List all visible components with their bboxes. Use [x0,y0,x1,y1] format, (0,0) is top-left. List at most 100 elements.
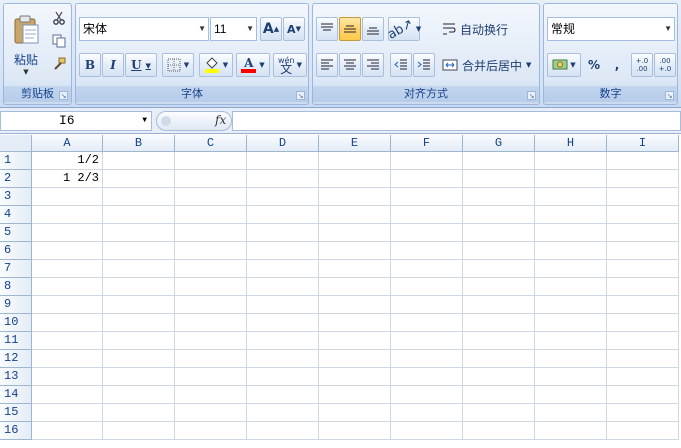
cell-F12[interactable] [391,350,463,368]
fx-button[interactable]: fx [215,113,226,127]
cell-C1[interactable] [175,152,247,170]
alignment-launcher[interactable]: ↘ [527,91,536,100]
cell-C15[interactable] [175,404,247,422]
cell-E16[interactable] [319,422,391,440]
cell-G4[interactable] [463,206,535,224]
cell-D7[interactable] [247,260,319,278]
row-header[interactable]: 3 [0,188,32,206]
cell-I9[interactable] [607,296,679,314]
cell-G10[interactable] [463,314,535,332]
cell-F11[interactable] [391,332,463,350]
column-header[interactable]: C [175,135,247,152]
cell-G12[interactable] [463,350,535,368]
paste-button[interactable]: 粘贴 ▼ [6,6,46,84]
cell-A7[interactable] [32,260,103,278]
cell-C10[interactable] [175,314,247,332]
formula-input[interactable] [232,111,681,131]
phonetic-button[interactable]: wén 文 ▼ [273,53,307,77]
cell-B15[interactable] [103,404,175,422]
cell-A4[interactable] [32,206,103,224]
cell-I2[interactable] [607,170,679,188]
cell-G11[interactable] [463,332,535,350]
row-header[interactable]: 10 [0,314,32,332]
cell-I8[interactable] [607,278,679,296]
row-header[interactable]: 6 [0,242,32,260]
decrease-decimal-button[interactable]: .00 +.0 [654,53,676,77]
cell-E3[interactable] [319,188,391,206]
cell-H15[interactable] [535,404,607,422]
cell-A10[interactable] [32,314,103,332]
cell-H16[interactable] [535,422,607,440]
cell-I10[interactable] [607,314,679,332]
comma-button[interactable]: , [606,53,628,77]
cell-F8[interactable] [391,278,463,296]
decrease-indent-button[interactable] [390,53,412,77]
cell-D6[interactable] [247,242,319,260]
align-right-button[interactable] [362,53,384,77]
cell-E10[interactable] [319,314,391,332]
cell-H1[interactable] [535,152,607,170]
column-header[interactable]: B [103,135,175,152]
cell-E8[interactable] [319,278,391,296]
expand-handle-icon[interactable] [161,116,171,126]
cell-B12[interactable] [103,350,175,368]
cell-C5[interactable] [175,224,247,242]
cell-G9[interactable] [463,296,535,314]
name-box[interactable]: I6 ▼ [0,111,152,131]
cell-I15[interactable] [607,404,679,422]
accounting-format-button[interactable]: ▼ [547,53,581,77]
cell-F7[interactable] [391,260,463,278]
cut-button[interactable] [49,8,69,28]
cell-H11[interactable] [535,332,607,350]
cell-I5[interactable] [607,224,679,242]
cell-B10[interactable] [103,314,175,332]
row-header[interactable]: 13 [0,368,32,386]
cell-C14[interactable] [175,386,247,404]
shrink-font-button[interactable]: A ▼ [283,17,305,41]
percent-button[interactable]: % [583,53,605,77]
align-middle-button[interactable] [339,17,361,41]
cell-C11[interactable] [175,332,247,350]
cell-F9[interactable] [391,296,463,314]
cell-A3[interactable] [32,188,103,206]
cell-A1[interactable]: 1/2 [32,152,103,170]
cell-G16[interactable] [463,422,535,440]
row-header[interactable]: 11 [0,332,32,350]
cell-F16[interactable] [391,422,463,440]
cell-G15[interactable] [463,404,535,422]
cell-D15[interactable] [247,404,319,422]
underline-button[interactable]: U ▼ [125,53,157,77]
cell-D16[interactable] [247,422,319,440]
cell-B6[interactable] [103,242,175,260]
row-header[interactable]: 4 [0,206,32,224]
clipboard-launcher[interactable]: ↘ [59,91,68,100]
cell-F5[interactable] [391,224,463,242]
cell-I12[interactable] [607,350,679,368]
cell-E14[interactable] [319,386,391,404]
bold-button[interactable]: B [79,53,101,77]
cell-I7[interactable] [607,260,679,278]
cell-E6[interactable] [319,242,391,260]
cell-B5[interactable] [103,224,175,242]
cell-H14[interactable] [535,386,607,404]
cell-A12[interactable] [32,350,103,368]
font-size-select[interactable]: 11 ▼ [210,17,257,41]
cell-G5[interactable] [463,224,535,242]
row-header[interactable]: 9 [0,296,32,314]
cell-A11[interactable] [32,332,103,350]
row-header[interactable]: 5 [0,224,32,242]
cell-H8[interactable] [535,278,607,296]
cell-F4[interactable] [391,206,463,224]
cell-D3[interactable] [247,188,319,206]
increase-decimal-button[interactable]: +.0 .00 [631,53,653,77]
cell-B2[interactable] [103,170,175,188]
cell-C4[interactable] [175,206,247,224]
column-header[interactable]: I [607,135,679,152]
select-all-corner[interactable] [0,135,32,152]
cell-D8[interactable] [247,278,319,296]
font-launcher[interactable]: ↘ [296,91,305,100]
cell-F1[interactable] [391,152,463,170]
cell-G3[interactable] [463,188,535,206]
cell-C13[interactable] [175,368,247,386]
cell-D14[interactable] [247,386,319,404]
